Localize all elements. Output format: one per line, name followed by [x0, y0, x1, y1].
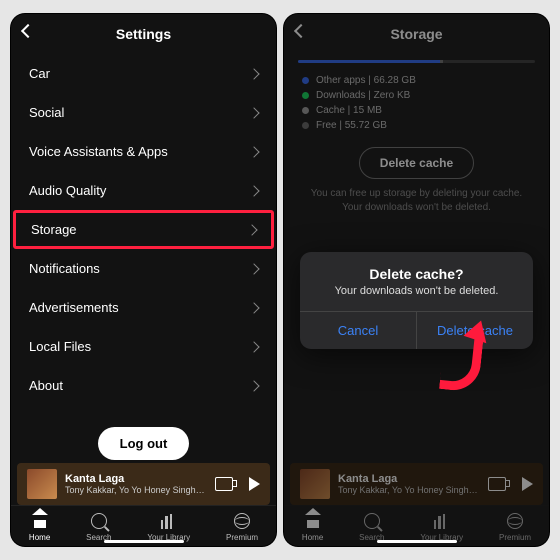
- chevron-right-icon: [246, 224, 257, 235]
- header: Settings: [11, 14, 276, 54]
- legend-item: Other apps | 66.28 GB: [284, 73, 549, 88]
- row-label: About: [29, 378, 63, 393]
- chevron-right-icon: [248, 185, 259, 196]
- chevron-right-icon: [248, 380, 259, 391]
- nav-home[interactable]: Home: [29, 512, 50, 542]
- track-title: Kanta Laga: [338, 473, 480, 485]
- dialog-message: Your downloads won't be deleted.: [300, 285, 533, 311]
- storage-bar: [298, 60, 535, 63]
- settings-row-notifications[interactable]: Notifications: [11, 249, 276, 288]
- nav-label: Premium: [499, 533, 531, 542]
- row-label: Car: [29, 66, 50, 81]
- nav-label: Home: [302, 533, 323, 542]
- row-label: Notifications: [29, 261, 100, 276]
- your-library-icon: [160, 512, 178, 530]
- cache-note: You can free up storage by deleting your…: [284, 187, 549, 215]
- search-icon: [363, 512, 381, 530]
- row-label: Social: [29, 105, 64, 120]
- your-library-icon: [433, 512, 451, 530]
- dialog-title: Delete cache?: [300, 252, 533, 285]
- dialog-confirm-button[interactable]: Delete cache: [417, 312, 533, 349]
- premium-icon: [233, 512, 251, 530]
- settings-row-audio-quality[interactable]: Audio Quality: [11, 171, 276, 210]
- chevron-right-icon: [248, 302, 259, 313]
- legend-text: Cache | 15 MB: [316, 105, 382, 116]
- home-indicator: [377, 540, 457, 544]
- row-label: Local Files: [29, 339, 91, 354]
- settings-row-voice-assistants-apps[interactable]: Voice Assistants & Apps: [11, 132, 276, 171]
- nav-your-library[interactable]: Your Library: [420, 512, 463, 542]
- legend-item: Free | 55.72 GB: [284, 118, 549, 133]
- row-label: Storage: [31, 222, 77, 237]
- legend-item: Cache | 15 MB: [284, 103, 549, 118]
- album-art: [27, 469, 57, 499]
- logout-button[interactable]: Log out: [98, 427, 190, 460]
- nav-premium[interactable]: Premium: [499, 512, 531, 542]
- legend-text: Other apps | 66.28 GB: [316, 75, 416, 86]
- chevron-left-icon: [21, 24, 35, 38]
- settings-row-social[interactable]: Social: [11, 93, 276, 132]
- legend-text: Free | 55.72 GB: [316, 120, 387, 131]
- track-title: Kanta Laga: [65, 473, 207, 485]
- play-icon[interactable]: [522, 477, 533, 491]
- nav-label: Home: [29, 533, 50, 542]
- search-icon: [90, 512, 108, 530]
- home-icon: [304, 512, 322, 530]
- row-label: Voice Assistants & Apps: [29, 144, 168, 159]
- devices-icon[interactable]: [215, 477, 233, 491]
- now-playing-bar[interactable]: Kanta Laga Tony Kakkar, Yo Yo Honey Sing…: [17, 463, 270, 505]
- chevron-right-icon: [248, 263, 259, 274]
- album-art: [300, 469, 330, 499]
- legend-dot: [302, 92, 309, 99]
- legend-dot: [302, 107, 309, 114]
- nav-home[interactable]: Home: [302, 512, 323, 542]
- premium-icon: [506, 512, 524, 530]
- legend-text: Downloads | Zero KB: [316, 90, 410, 101]
- home-icon: [31, 512, 49, 530]
- legend-dot: [302, 122, 309, 129]
- storage-screen: Storage Other apps | 66.28 GB Downloads |…: [284, 14, 549, 546]
- nav-premium[interactable]: Premium: [226, 512, 258, 542]
- delete-cache-button[interactable]: Delete cache: [359, 147, 474, 179]
- legend-item: Downloads | Zero KB: [284, 88, 549, 103]
- chevron-right-icon: [248, 146, 259, 157]
- home-indicator: [104, 540, 184, 544]
- now-playing-bar[interactable]: Kanta Laga Tony Kakkar, Yo Yo Honey Sing…: [290, 463, 543, 505]
- nav-label: Premium: [226, 533, 258, 542]
- settings-row-car[interactable]: Car: [11, 54, 276, 93]
- back-button[interactable]: [23, 26, 33, 36]
- chevron-right-icon: [248, 68, 259, 79]
- settings-row-advertisements[interactable]: Advertisements: [11, 288, 276, 327]
- dialog-cancel-button[interactable]: Cancel: [300, 312, 417, 349]
- settings-row-local-files[interactable]: Local Files: [11, 327, 276, 366]
- track-artist: Tony Kakkar, Yo Yo Honey Singh, Neha Ka: [65, 485, 207, 495]
- settings-row-about[interactable]: About: [11, 366, 276, 405]
- play-icon[interactable]: [249, 477, 260, 491]
- settings-row-storage[interactable]: Storage: [13, 210, 274, 249]
- nav-search[interactable]: Search: [86, 512, 111, 542]
- delete-cache-dialog: Delete cache? Your downloads won't be de…: [300, 252, 533, 349]
- page-title: Storage: [390, 26, 442, 42]
- nav-your-library[interactable]: Your Library: [147, 512, 190, 542]
- row-label: Advertisements: [29, 300, 119, 315]
- nav-search[interactable]: Search: [359, 512, 384, 542]
- chevron-right-icon: [248, 107, 259, 118]
- devices-icon[interactable]: [488, 477, 506, 491]
- header: Storage: [284, 14, 549, 54]
- track-artist: Tony Kakkar, Yo Yo Honey Singh, Neha Ka: [338, 485, 480, 495]
- page-title: Settings: [116, 26, 171, 42]
- legend-dot: [302, 77, 309, 84]
- back-button[interactable]: [296, 26, 306, 36]
- settings-screen: Settings Car Social Voice Assistants & App…: [11, 14, 276, 546]
- chevron-left-icon: [294, 24, 308, 38]
- chevron-right-icon: [248, 341, 259, 352]
- row-label: Audio Quality: [29, 183, 106, 198]
